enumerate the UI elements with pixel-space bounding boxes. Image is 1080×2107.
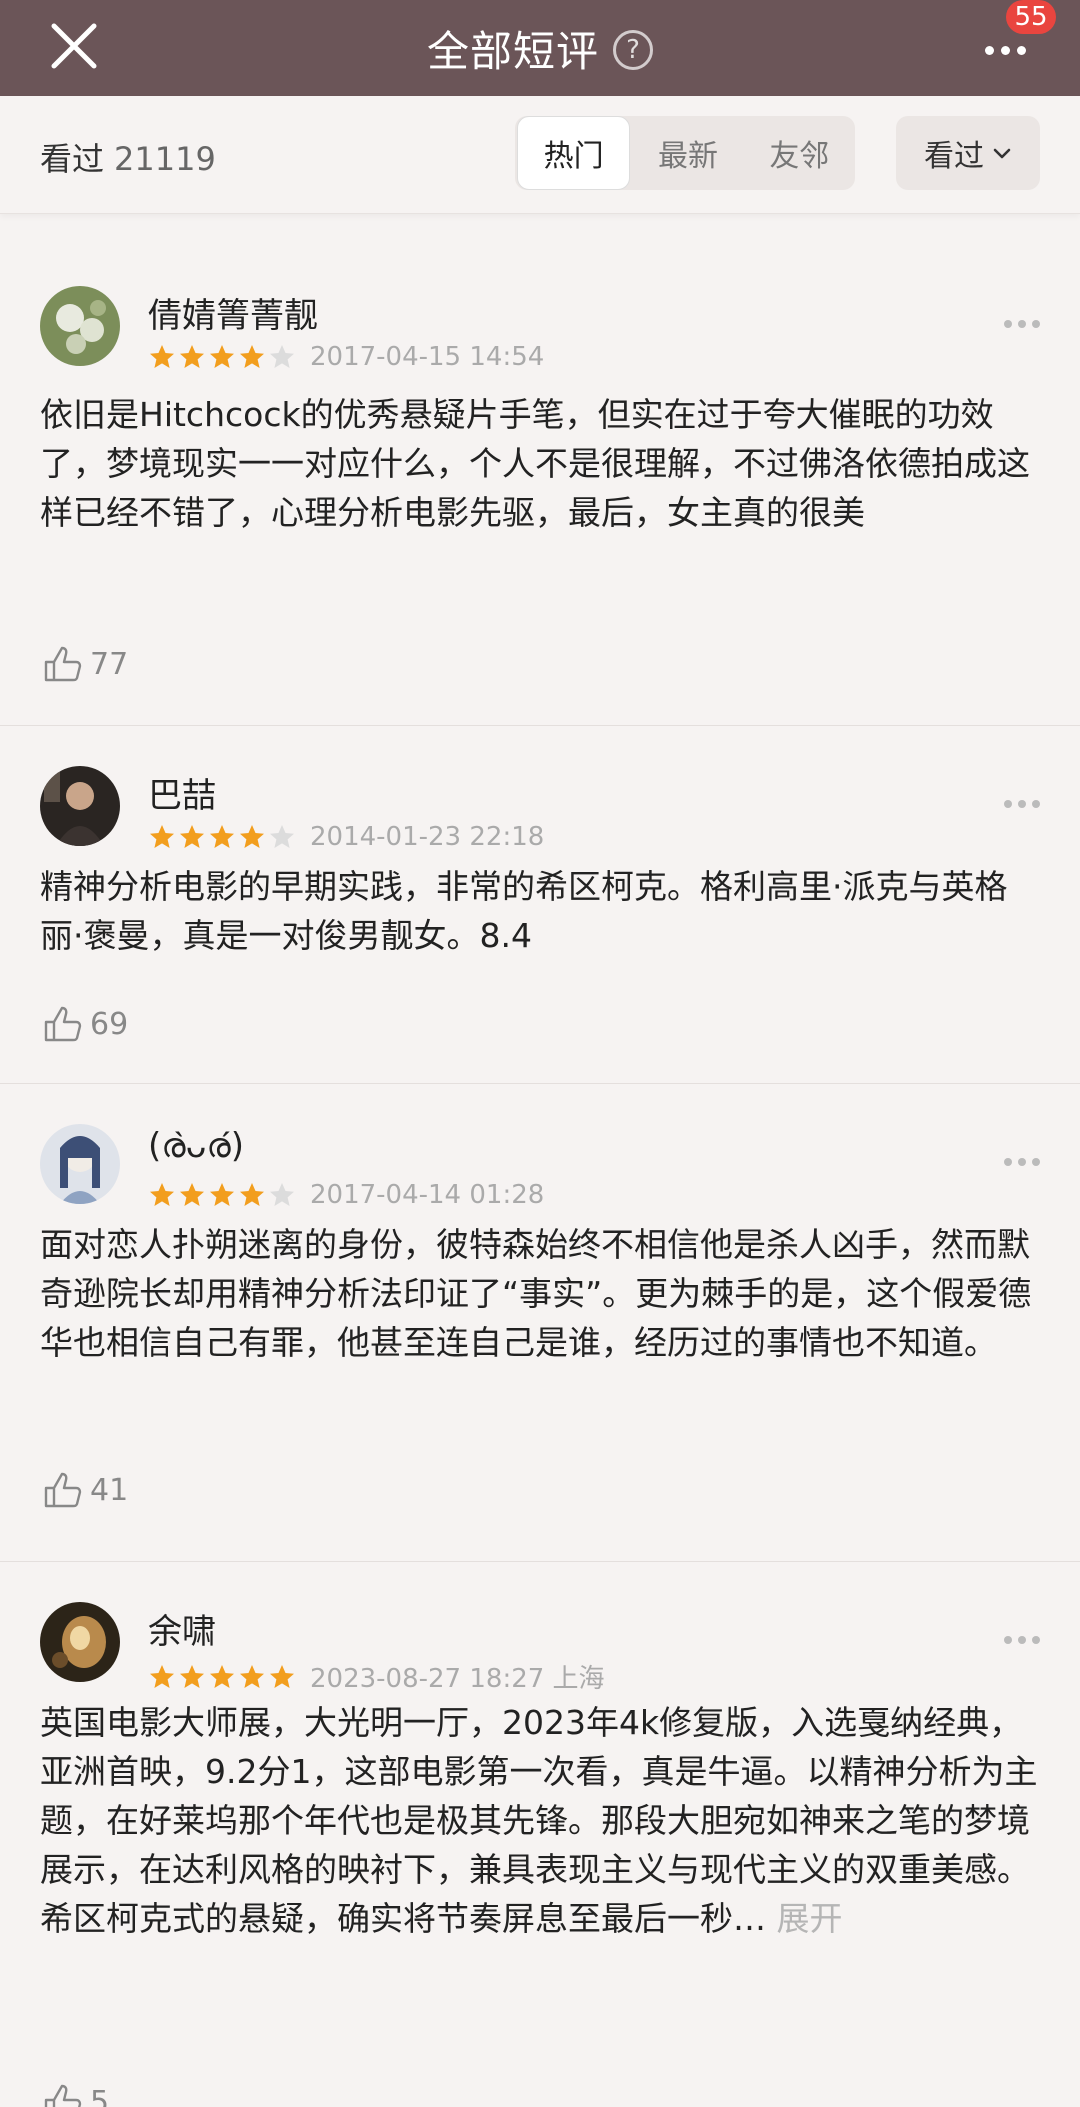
star-rating — [148, 823, 296, 851]
star-rating — [148, 1663, 296, 1691]
star-filled-icon — [150, 1183, 174, 1206]
rating-row: 2017-04-14 01:28 — [148, 1180, 544, 1210]
like-count: 41 — [90, 1472, 129, 1508]
like-button[interactable]: 41 — [40, 1468, 128, 1512]
more-dots-icon — [1004, 800, 1012, 808]
star-filled-icon — [210, 1664, 234, 1688]
avatar[interactable] — [40, 1124, 120, 1204]
star-filled-icon — [210, 345, 234, 368]
star-filled-icon — [270, 1664, 294, 1688]
review-date: 2017-04-14 01:28 — [310, 1180, 545, 1210]
star-empty-icon — [270, 825, 294, 848]
avatar-image — [40, 1124, 120, 1204]
chevron-down-icon — [993, 148, 1011, 159]
seen-count-label: 看过 21119 — [40, 134, 216, 180]
like-button[interactable]: 69 — [40, 1002, 128, 1046]
more-dots-icon — [1004, 320, 1012, 328]
top-bar: 全部短评 ? 55 — [0, 0, 1080, 96]
rating-row: 2017-04-15 14:54 — [148, 342, 544, 372]
help-icon[interactable]: ? — [613, 30, 653, 70]
thumbs-up-icon — [44, 646, 82, 682]
username[interactable]: 倩婧箐菁靓 — [148, 288, 318, 337]
thumbs-up-icon — [44, 1006, 82, 1042]
review-text-body: 英国电影大师展，大光明一厅，2023年4k修复版，入选戛纳经典，亚洲首映，9.2… — [40, 1703, 1038, 1938]
review-text: 英国电影大师展，大光明一厅，2023年4k修复版，入选戛纳经典，亚洲首映，9.2… — [40, 1698, 1040, 1943]
more-dots-icon — [1004, 1636, 1012, 1644]
avatar[interactable] — [40, 766, 120, 846]
review-item: 巴喆 2014-01-23 22:18 精神分析电影的早期实践，非常的希区柯克。… — [0, 726, 1080, 1084]
like-button[interactable]: 77 — [40, 642, 128, 686]
thumbs-up-icon — [44, 2084, 82, 2107]
star-rating — [148, 1181, 296, 1209]
review-more-button[interactable] — [1004, 320, 1040, 328]
thumbs-up-icon — [44, 1472, 82, 1508]
review-more-button[interactable] — [1004, 800, 1040, 808]
review-list: 倩婧箐菁靓 2017-04-15 14:54 依旧是Hitchcock的优秀悬疑… — [0, 246, 1080, 2107]
username[interactable]: 巴喆 — [148, 768, 216, 817]
rating-row: 2014-01-23 22:18 — [148, 822, 544, 852]
seen-label-text: 看过 — [40, 140, 105, 178]
avatar[interactable] — [40, 1602, 120, 1682]
like-count: 69 — [90, 1006, 129, 1042]
star-empty-icon — [270, 345, 294, 368]
review-text: 依旧是Hitchcock的优秀悬疑片手笔，但实在过于夸大催眠的功效了，梦境现实一… — [40, 395, 1030, 532]
review-item: 余啸 2023-08-27 18:27 上海 英国电影大师展，大光明一厅，202… — [0, 1562, 1080, 2107]
star-filled-icon — [240, 345, 264, 368]
status-dropdown-label: 看过 — [924, 139, 984, 174]
sort-tabs: 热门 最新 友邻 — [515, 116, 855, 190]
status-dropdown[interactable]: 看过 — [896, 116, 1040, 190]
star-filled-icon — [210, 1183, 234, 1206]
tab-friends[interactable]: 友邻 — [744, 116, 855, 190]
review-text: 精神分析电影的早期实践，非常的希区柯克。格利高里·派克与英格丽·褒曼，真是一对俊… — [40, 867, 1008, 955]
review-text: 面对恋人扑朔迷离的身份，彼特森始终不相信他是杀人凶手，然而默奇逊院长却用精神分析… — [40, 1225, 1032, 1362]
more-dots-icon — [1004, 1158, 1012, 1166]
star-rating — [148, 343, 296, 371]
username[interactable]: 余啸 — [148, 1604, 216, 1653]
page-title: 全部短评 — [426, 26, 599, 76]
review-date: 2023-08-27 18:27 上海 — [310, 1664, 605, 1694]
rating-row: 2023-08-27 18:27 上海 — [148, 1658, 605, 1695]
star-filled-icon — [210, 825, 234, 848]
filter-bar: 看过 21119 热门 最新 友邻 看过 — [0, 96, 1080, 214]
review-more-button[interactable] — [1004, 1158, 1040, 1166]
star-filled-icon — [240, 825, 264, 848]
more-dots-icon — [984, 45, 994, 55]
review-date: 2017-04-15 14:54 — [310, 342, 545, 372]
tab-latest[interactable]: 最新 — [632, 116, 743, 190]
like-count: 5 — [90, 2084, 110, 2107]
star-filled-icon — [180, 1183, 204, 1206]
star-filled-icon — [150, 825, 174, 848]
review-more-button[interactable] — [1004, 1636, 1040, 1644]
notification-badge: 55 — [1006, 0, 1056, 34]
star-filled-icon — [240, 1183, 264, 1206]
review-item: (ര̀ᴗര́) 2017-04-14 01:28 面对恋人扑朔迷离的身份，彼特森… — [0, 1084, 1080, 1562]
star-filled-icon — [180, 825, 204, 848]
avatar[interactable] — [40, 286, 120, 366]
expand-link[interactable]: 展开 — [766, 1899, 842, 1938]
star-filled-icon — [180, 345, 204, 368]
seen-count: 21119 — [114, 140, 216, 178]
star-filled-icon — [180, 1664, 204, 1688]
star-empty-icon — [270, 1183, 294, 1206]
star-filled-icon — [150, 345, 174, 368]
review-date: 2014-01-23 22:18 — [310, 822, 545, 852]
avatar-image — [40, 286, 120, 366]
tab-hot[interactable]: 热门 — [517, 116, 631, 190]
review-item: 倩婧箐菁靓 2017-04-15 14:54 依旧是Hitchcock的优秀悬疑… — [0, 246, 1080, 726]
like-count: 77 — [90, 646, 129, 682]
avatar-image — [40, 766, 120, 846]
star-filled-icon — [240, 1664, 264, 1688]
username[interactable]: (ര̀ᴗര́) — [148, 1126, 244, 1166]
avatar-image — [40, 1602, 120, 1682]
like-button[interactable]: 5 — [40, 2080, 109, 2107]
star-filled-icon — [150, 1664, 174, 1688]
